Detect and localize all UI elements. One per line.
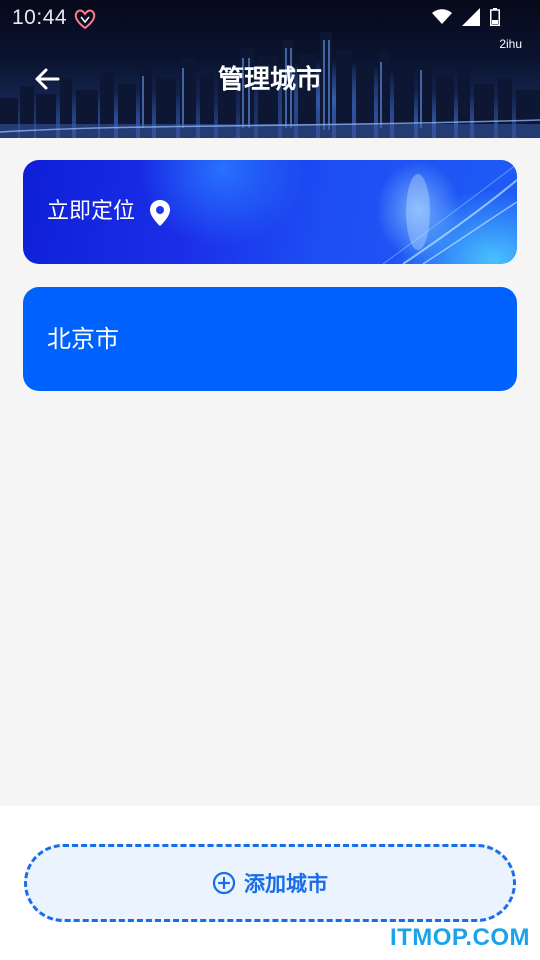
add-city-label: 添加城市	[244, 872, 328, 896]
wifi-icon	[432, 9, 452, 24]
signal-icon	[462, 8, 480, 26]
status-icons	[432, 8, 500, 26]
location-pin-icon	[150, 200, 170, 226]
city-name: 北京市	[47, 325, 119, 353]
locate-now-label: 立即定位	[47, 199, 136, 224]
status-time: 10:44	[12, 6, 68, 29]
status-label: 2ihu	[499, 37, 522, 51]
bottom-panel: 添加城市 ITMOP.COM	[0, 806, 540, 960]
status-bar: 10:44 2ihu	[0, 0, 540, 51]
locate-now-card[interactable]: 立即定位	[23, 160, 517, 264]
app-heart-logo-icon	[74, 9, 96, 30]
add-city-button[interactable]: 添加城市	[24, 844, 516, 922]
page-title: 管理城市	[217, 65, 322, 95]
city-card[interactable]: 北京市	[23, 287, 517, 391]
battery-icon	[490, 8, 500, 26]
watermark-logo: ITMOP.COM	[389, 924, 530, 951]
plus-circle-icon	[212, 871, 236, 895]
header: 10:44 2ihu 管理城市	[0, 0, 540, 138]
